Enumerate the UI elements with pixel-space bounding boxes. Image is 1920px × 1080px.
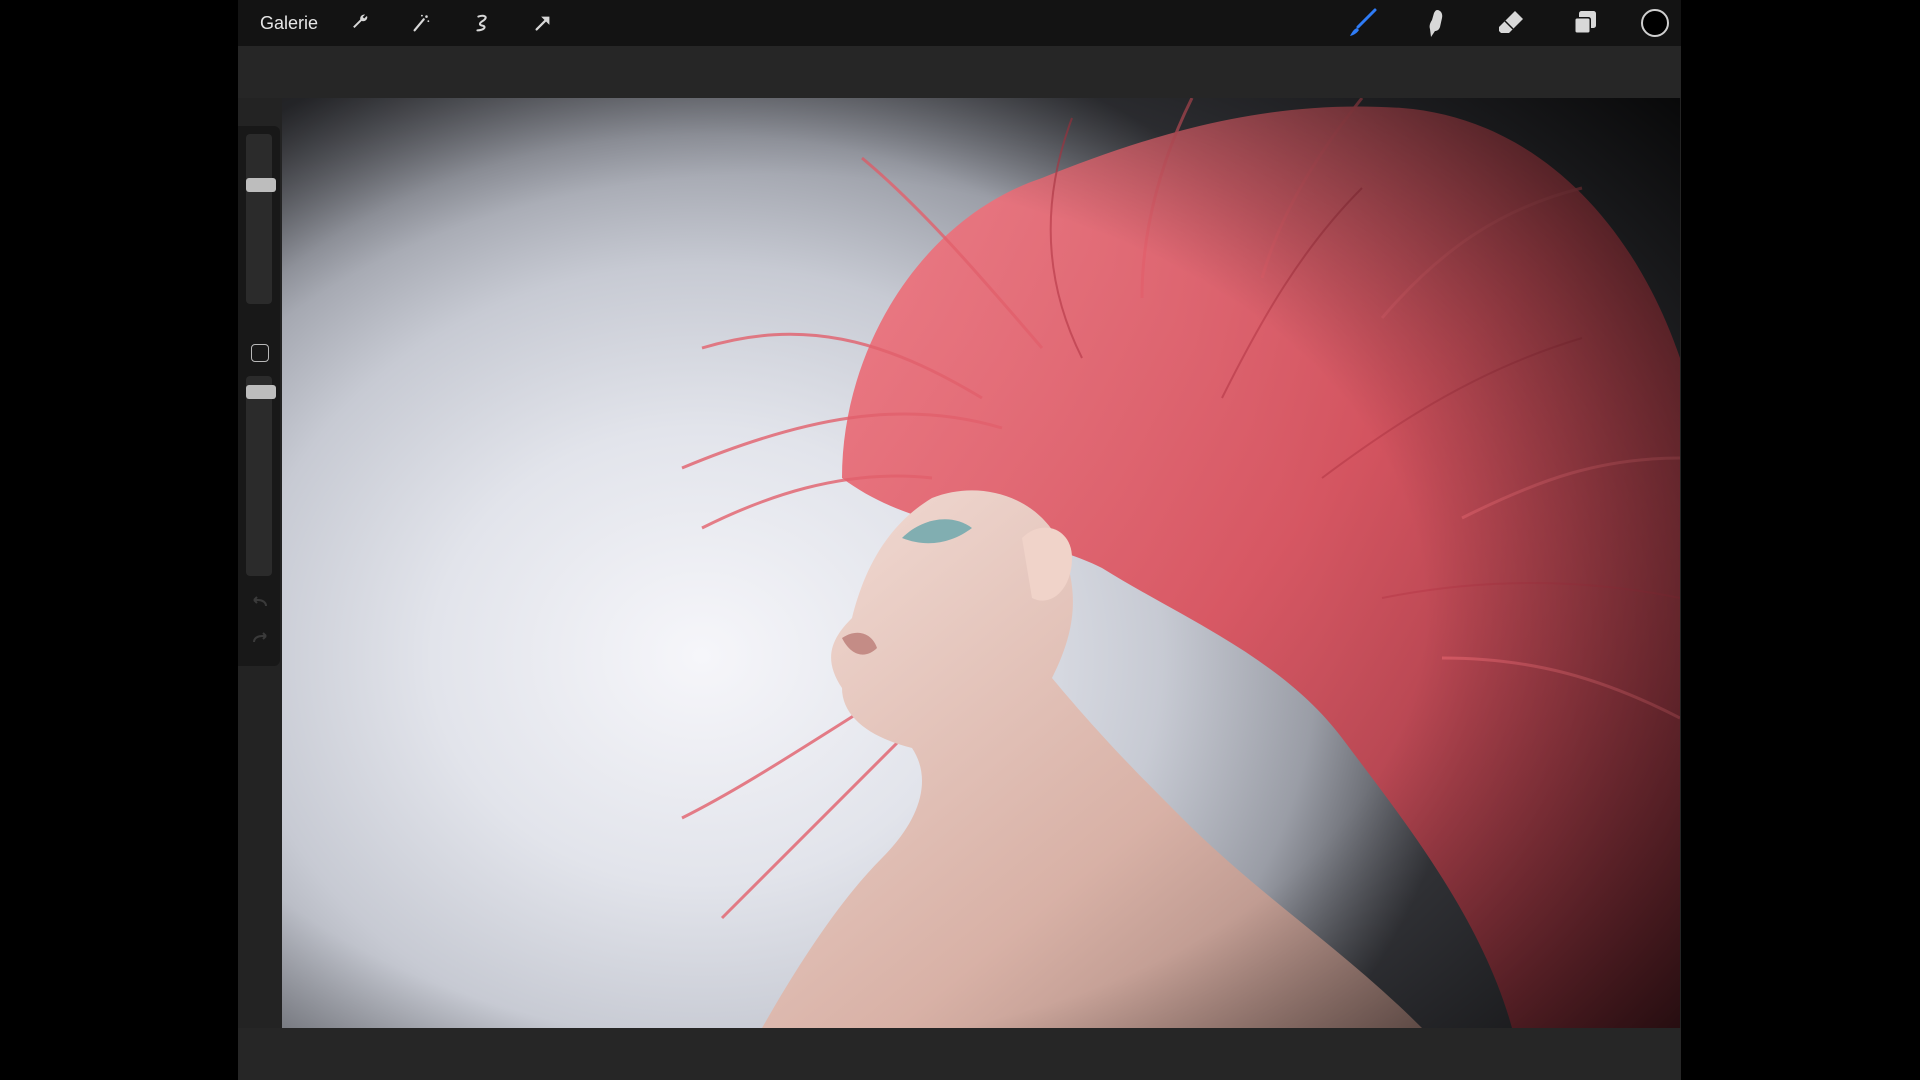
selection-icon bbox=[476, 14, 487, 32]
brush-opacity-slider[interactable] bbox=[246, 376, 272, 576]
canvas-top-margin bbox=[238, 46, 1681, 98]
transform-arrow-icon bbox=[535, 16, 550, 31]
toolbar-right-group bbox=[1345, 0, 1681, 46]
adjustments-button[interactable] bbox=[405, 7, 437, 39]
canvas-bottom-margin bbox=[238, 1028, 1681, 1080]
redo-icon[interactable] bbox=[250, 632, 270, 648]
modify-button[interactable] bbox=[251, 344, 269, 362]
left-sidebar bbox=[238, 126, 280, 666]
canvas-artwork[interactable] bbox=[282, 98, 1680, 1028]
undo-icon[interactable] bbox=[250, 596, 270, 612]
selection-button[interactable] bbox=[466, 7, 498, 39]
layers-button[interactable] bbox=[1567, 5, 1603, 41]
brush-icon bbox=[1350, 8, 1377, 36]
brush-size-slider[interactable] bbox=[246, 134, 272, 304]
color-picker-button[interactable] bbox=[1641, 9, 1669, 37]
top-toolbar: Galerie bbox=[238, 0, 1681, 46]
brush-size-handle[interactable] bbox=[246, 177, 276, 192]
magic-wand-icon bbox=[413, 14, 430, 32]
gallery-button[interactable]: Galerie bbox=[260, 13, 318, 34]
brush-opacity-handle[interactable] bbox=[246, 385, 276, 400]
wrench-icon bbox=[353, 14, 368, 29]
paint-tool-button[interactable] bbox=[1345, 5, 1381, 41]
smudge-icon bbox=[1429, 10, 1443, 37]
eraser-tool-button[interactable] bbox=[1493, 5, 1529, 41]
portrait-artwork-image bbox=[282, 98, 1680, 1028]
layers-icon bbox=[1574, 11, 1596, 34]
procreate-app: Galerie bbox=[238, 0, 1681, 1080]
transform-button[interactable] bbox=[527, 7, 559, 39]
eraser-icon bbox=[1499, 11, 1523, 33]
actions-button[interactable] bbox=[344, 7, 376, 39]
toolbar-left-group: Galerie bbox=[260, 0, 588, 46]
smudge-tool-button[interactable] bbox=[1419, 5, 1455, 41]
